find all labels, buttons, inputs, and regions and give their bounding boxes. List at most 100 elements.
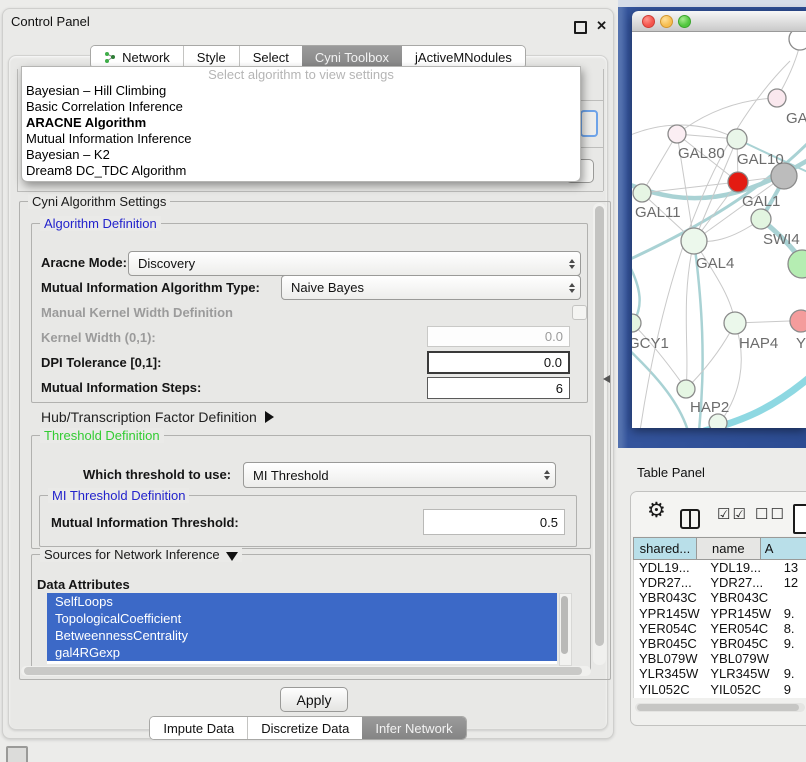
select-all-checkboxes-icon[interactable]: ☑☑ [717, 505, 748, 523]
aracne-mode-combobox[interactable]: Discovery [128, 251, 581, 276]
network-node-gal1[interactable] [728, 172, 748, 192]
network-node-gal11[interactable] [633, 184, 651, 202]
sources-group-title[interactable]: Sources for Network Inference [40, 547, 242, 562]
tab-impute-data[interactable]: Impute Data [150, 717, 247, 739]
settings-vertical-scrollbar[interactable] [593, 203, 606, 665]
table-row[interactable]: YDR27...YDR27...12 [634, 575, 806, 590]
export-table-icon[interactable] [793, 504, 806, 534]
network-node-gcy1[interactable] [632, 314, 641, 332]
tab-select[interactable]: Select [239, 46, 302, 68]
table-toolbar: ⚙ ☑☑ ☐☐ [631, 492, 806, 536]
table-row[interactable]: YDL19...YDL19...13 [634, 560, 806, 575]
table-row[interactable]: YLR345WYLR345W9. [634, 666, 806, 681]
network-nodes [632, 32, 806, 428]
which-threshold-combobox[interactable]: MI Threshold [243, 462, 556, 488]
table-cell: YBL079W [707, 651, 780, 666]
apply-button[interactable]: Apply [280, 687, 348, 712]
table-cell: YDR27... [707, 575, 780, 590]
network-node-gal80[interactable] [668, 125, 686, 143]
network-node-hap4[interactable] [724, 312, 746, 334]
tab-jactivemnodules[interactable]: jActiveMNodules [402, 46, 525, 68]
tab-label: Cyni Toolbox [315, 50, 389, 65]
mi-threshold-label: Mutual Information Threshold: [51, 515, 239, 530]
network-node-gal[interactable] [768, 89, 786, 107]
table-row[interactable]: YPR145WYPR145W9. [634, 606, 806, 621]
network-view-window: GALGAL80GAL10GAL1GAL11SWI4GAL4GCY1HAP4YH… [632, 11, 806, 428]
table-header-row: shared... name A [633, 537, 806, 560]
mi-threshold-field[interactable]: 0.5 [423, 509, 565, 535]
mi-steps-label: Mutual Information Steps: [41, 380, 201, 395]
float-window-icon[interactable] [574, 21, 587, 34]
aracne-mode-label: Aracne Mode: [41, 255, 127, 270]
tab-label: Impute Data [163, 721, 234, 736]
tab-label: Infer Network [375, 721, 452, 736]
network-window-titlebar[interactable] [632, 11, 806, 32]
tab-infer-network[interactable]: Infer Network [362, 717, 465, 739]
attributes-scrollbar[interactable] [559, 593, 572, 666]
network-node-label: Y [796, 335, 806, 352]
expand-arrow-icon [265, 411, 274, 423]
table-cell: 9. [781, 666, 806, 681]
table-row[interactable]: YIL052CYIL052C9 [634, 682, 806, 697]
close-traffic-light[interactable] [642, 15, 655, 28]
mi-algorithm-type-combobox[interactable]: Naive Bayes [281, 275, 581, 300]
data-attribute-item[interactable]: BetweennessCentrality [47, 627, 557, 644]
data-attribute-item[interactable]: gal4RGexp [47, 644, 557, 661]
network-node-swi4[interactable] [751, 209, 771, 229]
network-node-gal4[interactable] [681, 228, 707, 254]
network-node-label: GAL [786, 110, 806, 127]
settings-horizontal-scrollbar[interactable] [21, 666, 591, 676]
tab-network[interactable]: Network [91, 46, 183, 68]
network-node-label: GAL10 [737, 151, 784, 168]
gear-icon[interactable]: ⚙ [647, 498, 666, 523]
algorithm-option[interactable]: Bayesian – Hill Climbing [22, 83, 580, 99]
column-header-name[interactable]: name [697, 537, 761, 560]
network-canvas[interactable]: GALGAL80GAL10GAL1GAL11SWI4GAL4GCY1HAP4YH… [632, 32, 806, 428]
network-node-gal10[interactable] [727, 129, 747, 149]
table-row[interactable]: YER054CYER054C8. [634, 621, 806, 636]
algorithm-option[interactable]: Basic Correlation Inference [22, 99, 580, 115]
network-node-label: SWI4 [763, 231, 800, 248]
hidden-groupbox-edge [17, 69, 18, 191]
columns-icon[interactable] [680, 509, 700, 529]
column-header-partial[interactable]: A [761, 537, 806, 560]
table-row[interactable]: YBR045CYBR045C9. [634, 636, 806, 651]
hub-definition-toggle[interactable]: Hub/Transcription Factor Definition [41, 409, 274, 425]
network-node-y[interactable] [790, 310, 806, 332]
table-cell: YER054C [707, 621, 780, 636]
network-edge [686, 323, 735, 389]
tab-style[interactable]: Style [183, 46, 239, 68]
network-node-label: HAP4 [739, 335, 778, 352]
algorithm-option[interactable]: ARACNE Algorithm [22, 115, 580, 131]
minimize-traffic-light[interactable] [660, 15, 673, 28]
network-edge [642, 134, 677, 193]
table-cell: YPR145W [634, 606, 707, 621]
algorithm-option[interactable]: Bayesian – K2 [22, 147, 580, 163]
deselect-all-checkboxes-icon[interactable]: ☐☐ [755, 505, 786, 523]
minimized-panel-icon[interactable] [6, 746, 28, 762]
data-attribute-item[interactable]: SelfLoops [47, 593, 557, 610]
kernel-width-field[interactable]: 0.0 [427, 326, 570, 347]
table-row[interactable]: YBR043CYBR043C [634, 590, 806, 605]
algorithm-option[interactable]: Mutual Information Inference [22, 131, 580, 147]
tab-discretize-data[interactable]: Discretize Data [247, 717, 362, 739]
network-node-hap2[interactable] [677, 380, 695, 398]
algorithm-option[interactable]: Dream8 DC_TDC Algorithm [22, 163, 580, 179]
table-panel: ⚙ ☑☑ ☐☐ shared... name A YDL19...YDL19..… [630, 491, 806, 726]
algorithm-definition-title: Algorithm Definition [40, 216, 161, 231]
mi-threshold-definition-title: MI Threshold Definition [48, 488, 189, 503]
sources-title-label: Sources for Network Inference [44, 547, 220, 562]
dpi-tolerance-field[interactable]: 0.0 [427, 351, 570, 374]
network-node[interactable] [709, 414, 727, 428]
mi-steps-field[interactable]: 6 [427, 377, 570, 399]
table-horizontal-scrollbar[interactable] [635, 703, 805, 712]
network-node[interactable] [789, 32, 806, 50]
zoom-traffic-light[interactable] [678, 15, 691, 28]
data-attribute-item[interactable]: TopologicalCoefficient [47, 610, 557, 627]
column-header-shared-name[interactable]: shared... [633, 537, 697, 560]
network-node[interactable] [788, 250, 806, 278]
close-icon[interactable]: ✕ [596, 18, 607, 34]
table-row[interactable]: YBL079WYBL079W [634, 651, 806, 666]
tab-cyni-toolbox[interactable]: Cyni Toolbox [302, 46, 402, 68]
manual-kernel-width-checkbox[interactable] [572, 305, 587, 320]
